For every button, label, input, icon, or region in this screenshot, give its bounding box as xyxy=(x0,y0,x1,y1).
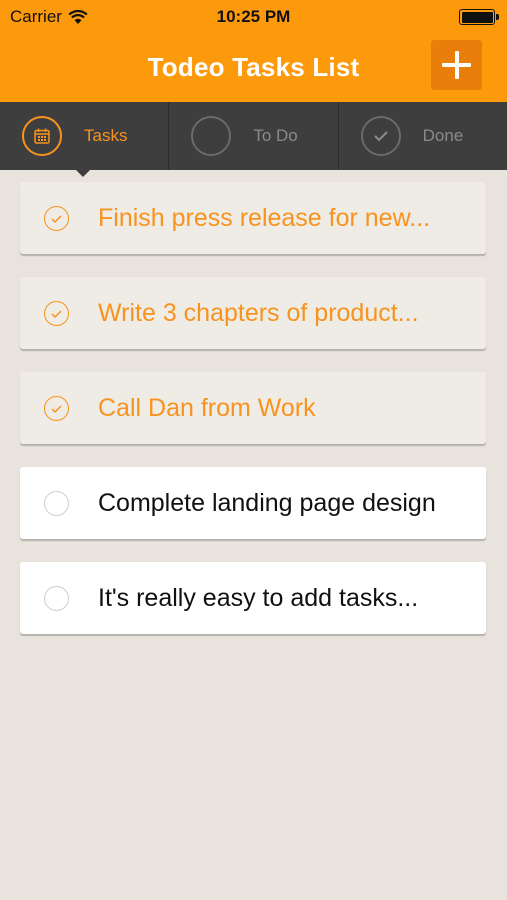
tab-done[interactable]: Done xyxy=(339,102,507,170)
task-text: Finish press release for new... xyxy=(98,204,431,232)
task-text: Write 3 chapters of product... xyxy=(98,299,419,327)
circle-icon xyxy=(191,116,232,156)
status-bar: Carrier 10:25 PM xyxy=(0,0,507,34)
empty-circle-icon[interactable] xyxy=(44,586,69,611)
battery-icon xyxy=(459,9,499,25)
tab-done-label: Done xyxy=(422,126,464,145)
task-item[interactable]: It's really easy to add tasks... xyxy=(20,562,486,634)
task-item[interactable]: Write 3 chapters of product... xyxy=(20,277,486,349)
task-text: It's really easy to add tasks... xyxy=(98,584,419,612)
add-task-button[interactable] xyxy=(431,40,482,90)
check-icon xyxy=(360,116,401,156)
status-time: 10:25 PM xyxy=(216,7,291,26)
tab-tasks-label: Tasks xyxy=(84,126,128,145)
task-text: Call Dan from Work xyxy=(98,394,316,422)
empty-circle-icon[interactable] xyxy=(44,491,69,516)
app-header: Carrier 10:25 PM Todeo Tasks List xyxy=(0,0,507,102)
checked-circle-icon[interactable] xyxy=(44,396,69,421)
calendar-icon xyxy=(22,116,62,156)
task-item[interactable]: Complete landing page design xyxy=(20,467,486,539)
filter-tabbar: Tasks To Do Done xyxy=(0,102,507,177)
active-tab-pointer xyxy=(76,170,90,177)
task-item[interactable]: Call Dan from Work xyxy=(20,372,486,444)
checked-circle-icon[interactable] xyxy=(44,301,69,326)
task-item[interactable]: Finish press release for new... xyxy=(20,182,486,254)
tab-tasks[interactable]: Tasks xyxy=(0,102,170,177)
tab-todo-label: To Do xyxy=(253,126,298,145)
checked-circle-icon[interactable] xyxy=(44,206,69,231)
task-text: Complete landing page design xyxy=(98,489,436,517)
tab-todo[interactable]: To Do xyxy=(169,102,339,170)
task-list: Finish press release for new... Write 3 … xyxy=(20,182,486,657)
